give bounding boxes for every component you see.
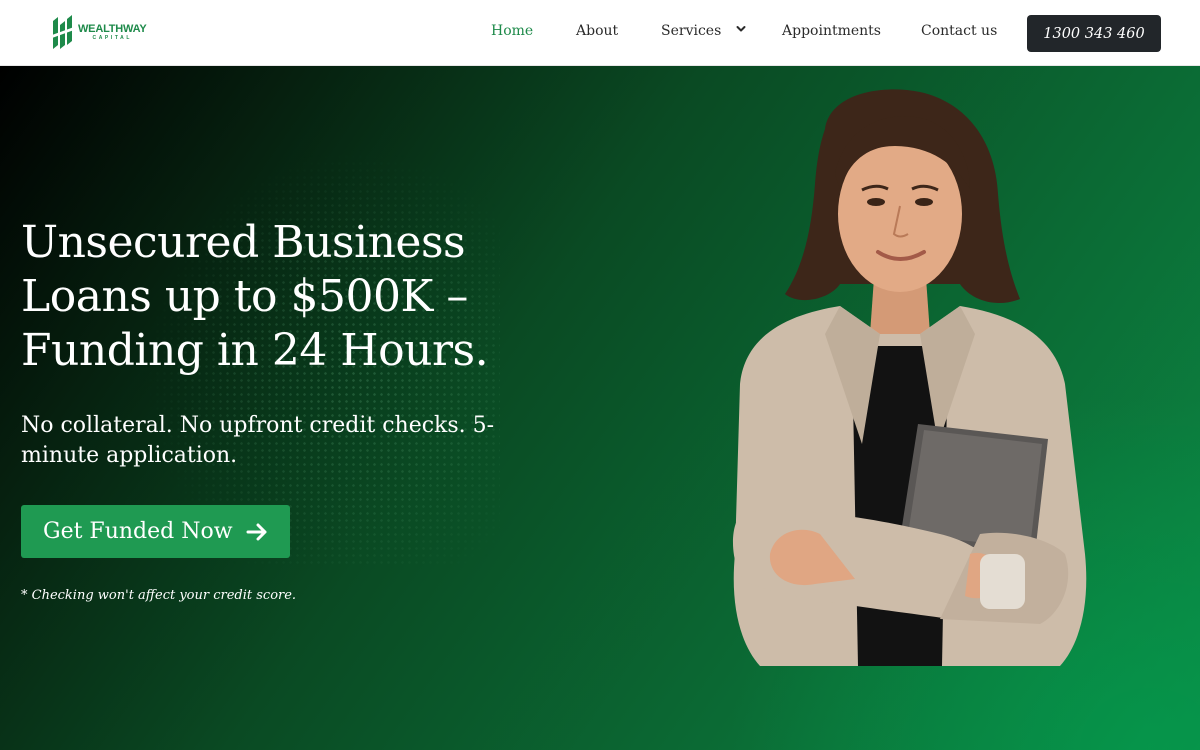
nav-services[interactable]: Services <box>661 23 746 39</box>
hero-headline: Unsecured Business Loans up to $500K – F… <box>21 217 489 376</box>
nav-services-label: Services <box>661 23 722 39</box>
top-navbar: WEALTHWAY CAPITAL Home About Services Ap… <box>0 0 1200 66</box>
nav-appointments[interactable]: Appointments <box>782 23 881 39</box>
phone-call-button[interactable]: 1300 343 460 <box>1027 15 1161 52</box>
brand-subtitle: CAPITAL <box>92 34 132 41</box>
brand-name: WEALTHWAY <box>78 22 147 35</box>
nav-contact-us[interactable]: Contact us <box>921 23 997 39</box>
credit-score-disclaimer: * Checking won't affect your credit scor… <box>21 588 297 603</box>
get-funded-now-button[interactable]: Get Funded Now <box>21 505 290 558</box>
chevron-down-icon <box>736 26 746 32</box>
cta-label: Get Funded Now <box>43 519 233 544</box>
brand-logo[interactable]: WEALTHWAY CAPITAL <box>50 14 150 50</box>
hero-section: Unsecured Business Loans up to $500K – F… <box>0 66 1200 750</box>
nav-about[interactable]: About <box>576 23 618 39</box>
arrow-right-icon <box>246 523 267 541</box>
nav-home[interactable]: Home <box>491 23 533 39</box>
businesswoman-photo <box>732 89 1087 666</box>
logo-mark-icon <box>52 15 74 49</box>
hero-subheadline: No collateral. No upfront credit checks.… <box>21 413 495 468</box>
